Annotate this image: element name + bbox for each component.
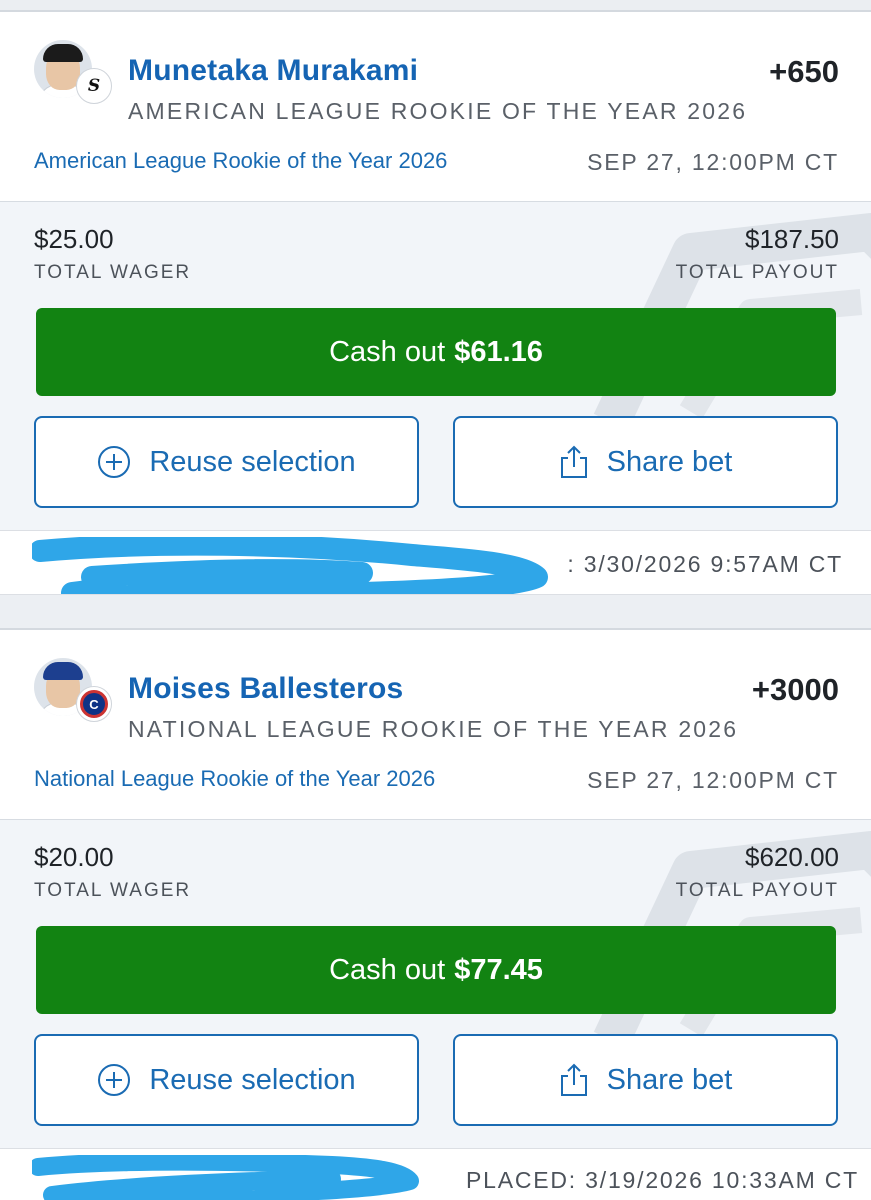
- market-name: NATIONAL LEAGUE ROOKIE OF THE YEAR 2026: [128, 716, 739, 742]
- selection-header: C Moises Ballesteros +3000 NATIONAL LEAG…: [0, 630, 871, 820]
- share-bet-button[interactable]: Share bet: [453, 1034, 838, 1126]
- player-name[interactable]: Moises Ballesteros: [128, 672, 403, 706]
- player-name[interactable]: Munetaka Murakami: [128, 54, 418, 88]
- card-separator: [0, 594, 871, 630]
- bet-card: C Moises Ballesteros +3000 NATIONAL LEAG…: [0, 630, 871, 1200]
- event-link[interactable]: National League Rookie of the Year 2026: [34, 766, 435, 792]
- white-sox-logo-icon: S: [76, 68, 112, 104]
- odds: +3000: [751, 672, 839, 707]
- cash-out-amount: $77.45: [454, 953, 543, 986]
- reuse-selection-button[interactable]: Reuse selection: [34, 416, 419, 508]
- share-bet-label: Share bet: [606, 445, 733, 478]
- redaction-scribble: [32, 1155, 419, 1200]
- total-payout-amount: $187.50: [745, 224, 839, 254]
- market-name: AMERICAN LEAGUE ROOKIE OF THE YEAR 2026: [128, 98, 748, 124]
- reuse-selection-button[interactable]: Reuse selection: [34, 1034, 419, 1126]
- share-bet-button[interactable]: Share bet: [453, 416, 838, 508]
- wager-panel: $25.00 TOTAL WAGER $187.50 TOTAL PAYOUT …: [0, 202, 871, 530]
- plus-circle-icon: [98, 446, 131, 478]
- bet-placed-timestamp: : 3/30/2026 9:57AM CT: [567, 551, 843, 577]
- wager-panel: $20.00 TOTAL WAGER $620.00 TOTAL PAYOUT …: [0, 820, 871, 1148]
- event-time: SEP 27, 12:00PM CT: [587, 149, 839, 175]
- cash-out-label: Cash out: [329, 953, 446, 986]
- total-wager-label: TOTAL WAGER: [34, 262, 192, 283]
- reuse-selection-label: Reuse selection: [149, 445, 356, 478]
- cash-out-button[interactable]: Cash out $77.45: [36, 926, 836, 1014]
- odds: +650: [769, 54, 839, 89]
- top-divider: [0, 0, 871, 12]
- total-wager-label: TOTAL WAGER: [34, 880, 192, 901]
- bet-card: S Munetaka Murakami +650 AMERICAN LEAGUE…: [0, 12, 871, 607]
- total-payout-label: TOTAL PAYOUT: [675, 262, 839, 283]
- total-wager-amount: $25.00: [34, 224, 114, 254]
- bet-placed-timestamp: PLACED: 3/19/2026 10:33AM CT: [465, 1167, 859, 1193]
- plus-circle-icon: [98, 1064, 131, 1096]
- event-time: SEP 27, 12:00PM CT: [587, 767, 839, 793]
- bet-placed-row: PLACED: 3/19/2026 10:33AM CT: [0, 1148, 871, 1200]
- cash-out-label: Cash out: [329, 335, 446, 368]
- bet-placed-row: : 3/30/2026 9:57AM CT: [0, 530, 871, 607]
- total-wager-amount: $20.00: [34, 842, 114, 872]
- cash-out-amount: $61.16: [454, 335, 543, 368]
- share-icon: [560, 445, 587, 478]
- total-payout-label: TOTAL PAYOUT: [675, 880, 839, 901]
- reuse-selection-label: Reuse selection: [149, 1063, 356, 1096]
- event-link[interactable]: American League Rookie of the Year 2026: [34, 148, 447, 174]
- total-payout-amount: $620.00: [745, 842, 839, 872]
- share-bet-label: Share bet: [606, 1063, 733, 1096]
- cash-out-button[interactable]: Cash out $61.16: [36, 308, 836, 396]
- share-icon: [560, 1063, 587, 1096]
- selection-header: S Munetaka Murakami +650 AMERICAN LEAGUE…: [0, 12, 871, 202]
- cubs-logo-icon: C: [76, 686, 112, 722]
